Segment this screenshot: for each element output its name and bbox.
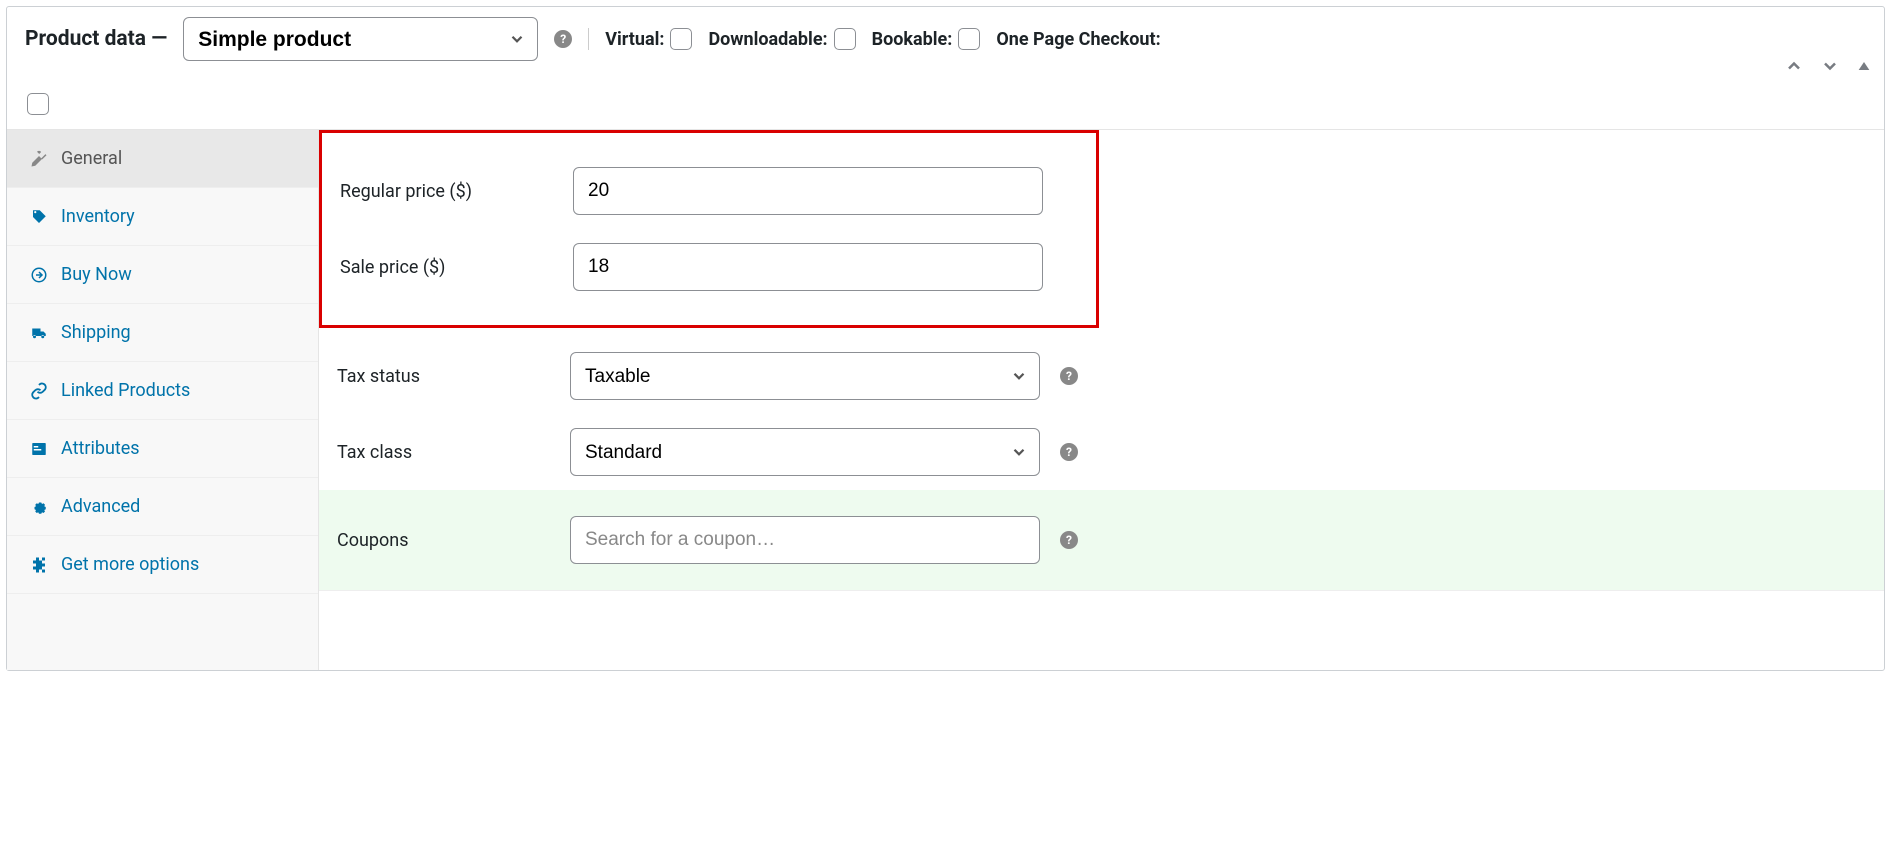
layout-icon <box>29 440 49 458</box>
tax-class-wrap: Standard <box>570 428 1040 476</box>
virtual-group: Virtual: <box>605 28 692 50</box>
sale-price-row: Sale price ($) <box>340 229 1078 305</box>
tax-status-label: Tax status <box>337 366 562 387</box>
product-data-panel: Product data — Simple product ? Virtual:… <box>6 6 1885 671</box>
tax-status-wrap: Taxable <box>570 352 1040 400</box>
one-page-checkout-group: One Page Checkout: <box>996 29 1160 50</box>
downloadable-label: Downloadable: <box>708 29 827 50</box>
price-highlight-box: Regular price ($) Sale price ($) <box>319 130 1099 328</box>
tax-class-select[interactable]: Standard <box>570 428 1040 476</box>
link-icon <box>29 382 49 400</box>
arrow-right-circle-icon <box>29 266 49 284</box>
coupons-row: Coupons ? <box>319 490 1884 591</box>
content-area: Regular price ($) Sale price ($) Tax sta… <box>319 130 1884 670</box>
virtual-checkbox[interactable] <box>670 28 692 50</box>
tab-label: Shipping <box>61 322 131 343</box>
bookable-label: Bookable: <box>872 29 953 50</box>
help-icon[interactable]: ? <box>1060 531 1078 549</box>
sale-price-label: Sale price ($) <box>340 257 565 278</box>
panel-header: Product data — Simple product ? Virtual:… <box>7 7 1884 130</box>
tab-label: Linked Products <box>61 380 190 401</box>
tab-label: Get more options <box>61 554 199 575</box>
toggle-panel-icon[interactable] <box>1856 58 1872 78</box>
sale-price-input[interactable] <box>573 243 1043 291</box>
panel-title: Product data — <box>25 27 167 51</box>
regular-price-row: Regular price ($) <box>340 153 1078 229</box>
product-type-select[interactable]: Simple product <box>183 17 538 61</box>
tab-inventory[interactable]: Inventory <box>7 188 318 246</box>
gear-icon <box>29 498 49 516</box>
product-type-wrap: Simple product <box>183 17 538 61</box>
coupons-label: Coupons <box>337 530 562 551</box>
tax-status-select[interactable]: Taxable <box>570 352 1040 400</box>
tabs-sidebar: General Inventory Buy Now Shipping <box>7 130 319 670</box>
tax-class-label: Tax class <box>337 442 562 463</box>
bookable-group: Bookable: <box>872 28 981 50</box>
tab-label: Attributes <box>61 438 140 459</box>
virtual-label: Virtual: <box>605 29 664 50</box>
tab-label: Inventory <box>61 206 135 227</box>
move-up-icon[interactable] <box>1784 56 1804 80</box>
downloadable-checkbox[interactable] <box>834 28 856 50</box>
plugin-icon <box>29 556 49 574</box>
tax-status-row: Tax status Taxable ? <box>319 338 1884 414</box>
panel-controls <box>1784 56 1872 80</box>
separator <box>588 28 589 50</box>
tab-label: Advanced <box>61 496 140 517</box>
tab-label: General <box>61 148 122 169</box>
tab-label: Buy Now <box>61 264 132 285</box>
help-icon[interactable]: ? <box>1060 367 1078 385</box>
bookable-checkbox[interactable] <box>958 28 980 50</box>
tab-shipping[interactable]: Shipping <box>7 304 318 362</box>
tab-attributes[interactable]: Attributes <box>7 420 318 478</box>
tab-buy-now[interactable]: Buy Now <box>7 246 318 304</box>
help-icon[interactable]: ? <box>554 30 572 48</box>
tab-get-more-options[interactable]: Get more options <box>7 536 318 594</box>
regular-price-input[interactable] <box>573 167 1043 215</box>
tax-class-row: Tax class Standard ? <box>319 414 1884 490</box>
wrench-icon <box>29 150 49 168</box>
tab-general[interactable]: General <box>7 130 318 188</box>
tab-linked-products[interactable]: Linked Products <box>7 362 318 420</box>
one-page-checkout-label: One Page Checkout: <box>996 29 1160 50</box>
tag-icon <box>29 208 49 226</box>
coupons-search-input[interactable] <box>570 516 1040 564</box>
truck-icon <box>29 324 49 342</box>
regular-price-label: Regular price ($) <box>340 181 565 202</box>
tab-advanced[interactable]: Advanced <box>7 478 318 536</box>
one-page-checkout-checkbox[interactable] <box>27 93 49 115</box>
move-down-icon[interactable] <box>1820 56 1840 80</box>
panel-body: General Inventory Buy Now Shipping <box>7 130 1884 670</box>
downloadable-group: Downloadable: <box>708 28 855 50</box>
help-icon[interactable]: ? <box>1060 443 1078 461</box>
